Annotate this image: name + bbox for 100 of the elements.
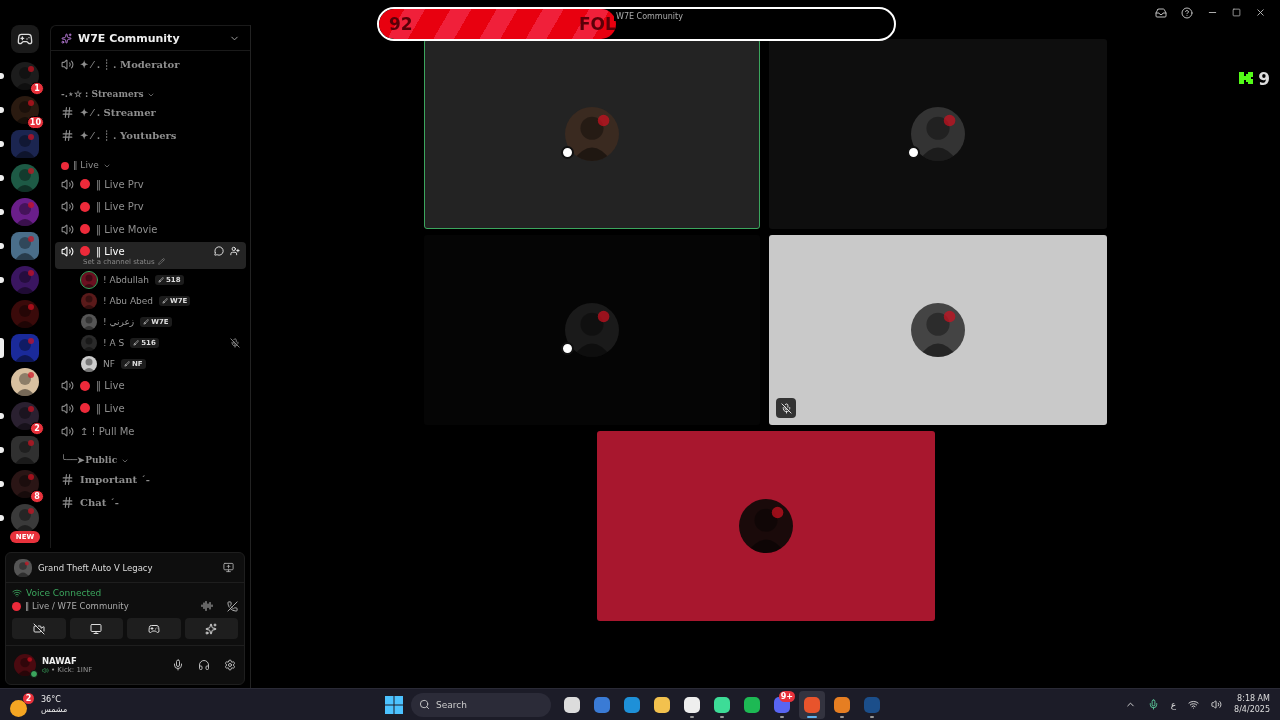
screen-share-button[interactable] (69, 618, 123, 639)
volume-icon[interactable] (1211, 699, 1223, 710)
channel-name[interactable]: ‖ Live Movie (96, 223, 158, 235)
online-status-icon (30, 670, 38, 678)
speaker-icon (61, 379, 74, 393)
weather-condition: مشمس (41, 704, 68, 715)
video-tile[interactable] (769, 39, 1107, 229)
member-name[interactable]: ! A S (103, 338, 125, 349)
member-name[interactable]: ! Abu Abed (103, 296, 154, 307)
search-placeholder: Search (436, 699, 467, 710)
app-icon (804, 696, 820, 713)
channel-name[interactable]: ✦ ⁄ . Streamer (80, 107, 156, 119)
mic-icon[interactable] (172, 659, 184, 671)
channel-name[interactable]: ‖ Live Prv (96, 178, 144, 190)
app-icon (594, 696, 610, 713)
notification-badge: 2 (23, 692, 34, 704)
channel-name[interactable]: ↥ ! Pull Me (80, 425, 135, 437)
speaker-icon (61, 200, 74, 214)
search-field[interactable]: Search (411, 692, 551, 717)
taskbar-app[interactable] (799, 690, 825, 719)
clock-date[interactable]: 8/4/2025 (1234, 704, 1270, 715)
user-name: NAWAF (42, 656, 78, 666)
soundboard-button[interactable] (184, 618, 238, 639)
gamepad-icon (147, 622, 160, 635)
muted-button[interactable] (776, 398, 796, 418)
home-button[interactable] (11, 25, 39, 53)
help-icon[interactable] (1181, 6, 1193, 19)
unread-badge: 10 (26, 116, 44, 129)
maximize-icon[interactable] (1232, 8, 1241, 17)
gamepad-icon (17, 31, 33, 47)
temperature: 36°C (41, 694, 62, 705)
member-name[interactable]: ! زعرني (103, 317, 135, 328)
channel-name[interactable]: ‖ Live (96, 402, 125, 414)
disconnect-icon[interactable] (227, 600, 238, 612)
channel-name[interactable]: ✦ ⁄ . ┊ . Moderator (80, 58, 180, 70)
add-user-icon[interactable] (230, 246, 240, 257)
unread-badge: 2 (30, 422, 44, 435)
speaker-icon (61, 401, 74, 415)
inbox-icon[interactable] (1155, 6, 1167, 19)
window-title: W7E Community (614, 12, 685, 21)
clock-time[interactable]: 8:18 AM (1237, 694, 1270, 705)
channel-name[interactable]: Chat ˊ- (80, 496, 119, 508)
channel-name[interactable]: ‖ Live Prv (96, 201, 144, 213)
unread-badge: 8 (30, 490, 44, 503)
sparkle-icon (205, 622, 218, 635)
windows-logo-icon[interactable] (385, 695, 403, 714)
app-icon (714, 696, 730, 713)
live-dot-icon (12, 601, 21, 611)
network-icon[interactable] (1188, 699, 1200, 710)
taskbar-app[interactable]: 9+ (769, 690, 795, 719)
goal-count: 92 (389, 14, 413, 34)
video-tile[interactable] (424, 39, 760, 229)
category-name[interactable]: -.⋆☆ : Streamers (61, 88, 144, 99)
signal-icon (12, 588, 22, 598)
language-indicator[interactable]: ع (1170, 699, 1177, 710)
pencil-icon[interactable] (157, 258, 165, 266)
stream-icon[interactable] (223, 562, 234, 573)
category-name[interactable]: ╰──➤Public (61, 455, 118, 466)
speaker-icon (61, 424, 74, 438)
video-tile[interactable] (424, 235, 760, 425)
app-icon (744, 696, 760, 713)
app-icon (684, 696, 700, 713)
notification-badge: 9+ (778, 690, 795, 702)
app-icon (654, 696, 670, 713)
speaker-icon (61, 244, 74, 258)
sound-wave-icon[interactable] (201, 600, 213, 612)
search-icon (419, 699, 430, 710)
mic-off-icon (780, 402, 792, 414)
activity-button[interactable] (127, 618, 181, 639)
speaker-icon (61, 177, 74, 191)
category-name[interactable]: ‖ Live (73, 159, 99, 170)
channel-name: ‖ Live (96, 245, 125, 257)
speaker-icon (61, 222, 74, 236)
member-name[interactable]: ! Abdullah (103, 275, 149, 286)
hash-icon (61, 129, 74, 142)
chat-icon[interactable] (214, 246, 224, 257)
voice-channel[interactable]: ‖ Live / W7E Community (25, 601, 197, 611)
channel-name[interactable]: ‖ Live (96, 380, 125, 392)
app-icon (864, 696, 880, 713)
monitor-icon (90, 622, 103, 635)
settings-icon[interactable] (224, 659, 236, 671)
headphones-icon[interactable] (198, 659, 210, 671)
video-tile[interactable] (596, 431, 935, 621)
hash-icon (61, 473, 74, 487)
hash-icon (61, 106, 74, 120)
member-name[interactable]: NF (103, 359, 115, 370)
mic-icon[interactable] (1147, 699, 1159, 710)
channel-name[interactable]: ✦ ⁄ . ┊ . Youtubers (80, 130, 177, 141)
video-tile[interactable] (769, 235, 1107, 425)
speaker-icon (61, 57, 74, 71)
game-title: Grand Theft Auto V Legacy (38, 562, 154, 573)
camera-button[interactable] (12, 618, 66, 639)
speaker-icon (42, 666, 49, 674)
close-icon[interactable] (1255, 7, 1266, 18)
hash-icon (61, 495, 74, 509)
k-logo-icon (1238, 71, 1255, 87)
app-icon (564, 696, 580, 713)
app-icon (624, 696, 640, 713)
server-name[interactable]: W7E Community (78, 31, 223, 45)
channel-name[interactable]: Important ˊ- (80, 474, 150, 486)
